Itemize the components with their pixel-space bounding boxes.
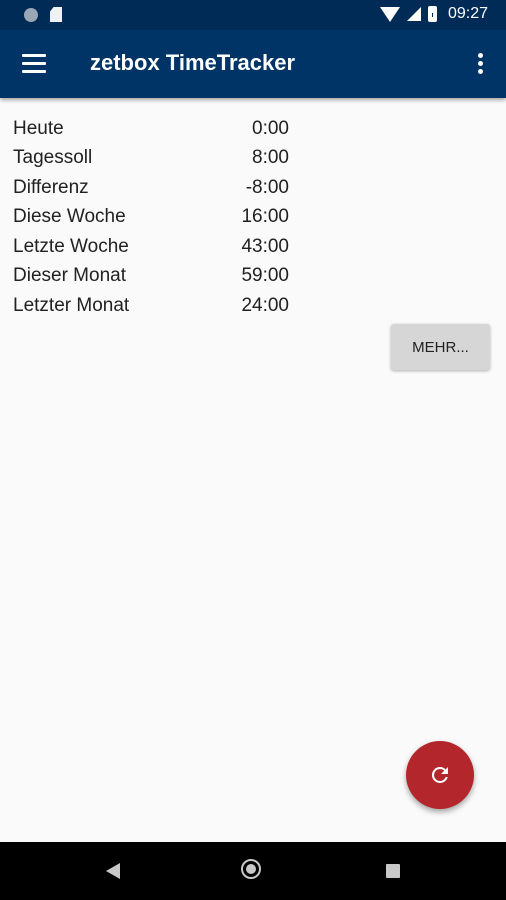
stat-value: -8:00 (245, 176, 289, 198)
stat-label: Letzte Woche (13, 235, 129, 257)
time-summary-list: Heute 0:00 Tagessoll 8:00 Differenz -8:0… (13, 114, 289, 321)
stat-label: Letzter Monat (13, 294, 130, 316)
recents-icon[interactable] (386, 864, 400, 878)
refresh-icon (431, 767, 448, 783)
status-time: 09:27 (447, 5, 488, 22)
stat-row-tagessoll: Tagessoll 8:00 (13, 144, 289, 174)
overflow-menu-icon[interactable] (478, 53, 484, 75)
status-system-icons: 09:27 (379, 5, 488, 23)
stat-row-differenz: Differenz -8:00 (13, 173, 289, 203)
status-bar: 09:27 (0, 0, 506, 30)
stat-label: Tagessoll (13, 147, 93, 169)
cell-signal-icon (406, 7, 421, 21)
battery-icon (427, 6, 437, 22)
notification-dot-icon (24, 7, 38, 22)
sd-card-icon (50, 7, 62, 22)
stat-value: 16:00 (241, 206, 289, 228)
stat-label: Diese Woche (13, 206, 126, 228)
refresh-fab-button[interactable] (406, 741, 474, 809)
stat-label: Heute (13, 117, 64, 139)
stat-row-heute: Heute 0:00 (13, 114, 289, 144)
stat-value: 59:00 (241, 265, 289, 287)
hamburger-menu-icon[interactable] (22, 54, 46, 74)
stat-value: 24:00 (241, 294, 289, 316)
stat-row-dieser-monat: Dieser Monat 59:00 (13, 262, 289, 292)
stat-value: 0:00 (252, 117, 289, 139)
home-icon[interactable] (241, 859, 261, 879)
stat-value: 43:00 (241, 235, 289, 257)
stat-row-letzter-monat: Letzter Monat 24:00 (13, 291, 289, 321)
app-bar: zetbox TimeTracker (0, 30, 506, 98)
stat-value: 8:00 (252, 147, 289, 169)
system-navigation-bar (0, 842, 506, 900)
stat-label: Dieser Monat (13, 265, 126, 287)
back-icon[interactable] (106, 863, 120, 879)
wifi-icon (379, 6, 400, 22)
more-button[interactable]: MEHR... (391, 324, 490, 370)
stat-row-letzte-woche: Letzte Woche 43:00 (13, 232, 289, 262)
status-notifications (24, 7, 62, 22)
stat-label: Differenz (13, 176, 89, 198)
stat-row-diese-woche: Diese Woche 16:00 (13, 203, 289, 233)
app-title: zetbox TimeTracker (90, 50, 296, 75)
